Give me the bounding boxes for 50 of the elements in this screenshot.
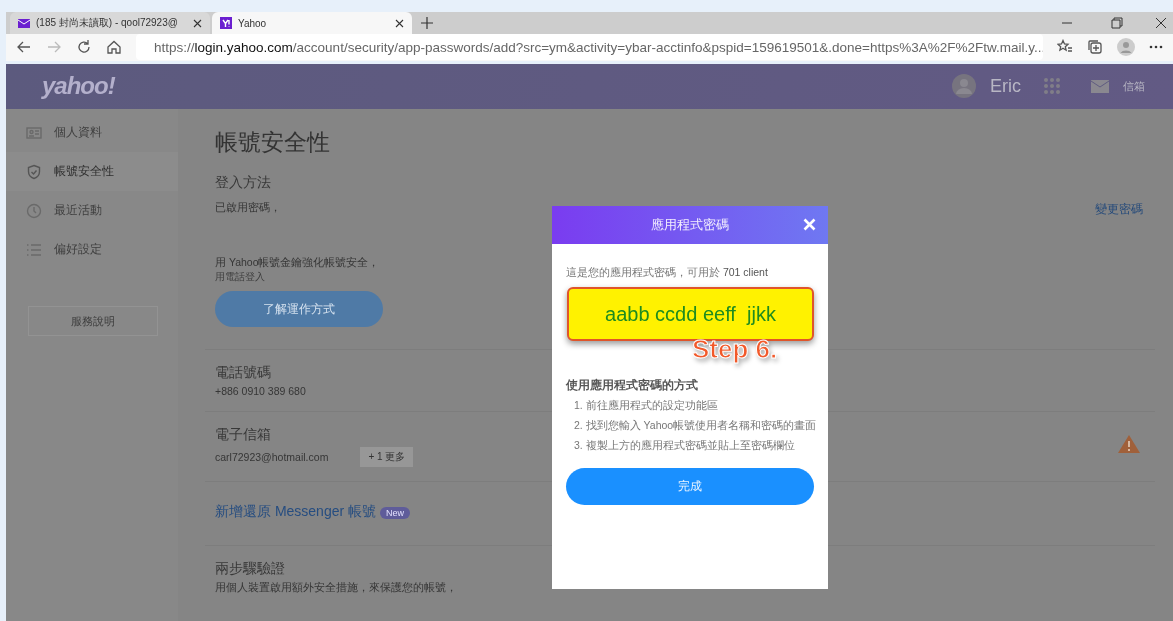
section-title: 電話號碼 (215, 364, 271, 382)
change-password-link[interactable]: 變更密碼 (1095, 201, 1143, 218)
plus-icon[interactable] (420, 16, 434, 30)
sidebar-item[interactable]: 偏好設定 (6, 230, 178, 269)
more-tag[interactable]: + 1 更多 (360, 447, 414, 467)
browser-tab[interactable]: Yahoo (212, 12, 412, 34)
section-title: 兩步驟驗證 (215, 560, 285, 578)
envelope-icon (18, 18, 30, 28)
clock-icon (26, 202, 42, 219)
yahoo-logo[interactable]: yahoo! (42, 72, 115, 101)
collections-icon[interactable] (1087, 39, 1103, 56)
learn-more-button[interactable]: 了解運作方式 (215, 291, 383, 327)
shield-check-icon (26, 163, 42, 180)
close-icon[interactable] (1155, 17, 1167, 29)
done-button[interactable]: 完成 (566, 468, 814, 505)
user-name[interactable]: Eric (990, 75, 1021, 97)
dialog-title: 應用程式密碼 (651, 216, 729, 234)
messenger-link[interactable]: 新增還原 Messenger 帳號 (215, 503, 377, 519)
email-address: carl72923@hotmail.com (215, 451, 329, 463)
new-badge: New (380, 507, 411, 519)
page-title: 帳號安全性 (215, 128, 331, 157)
home-icon[interactable] (106, 39, 122, 56)
mail-link[interactable]: 信箱 (1123, 78, 1145, 94)
steps-title: 使用應用程式密碼的方式 (566, 378, 699, 393)
close-icon[interactable] (395, 18, 404, 28)
browser-tab[interactable]: (185 封尚未讀取) - qool72923@ (10, 12, 210, 34)
section-title: 電子信箱 (215, 426, 271, 444)
step-text: 3. 複製上方的應用程式密碼並貼上至密碼欄位 (574, 439, 796, 453)
warning-icon (1117, 434, 1141, 454)
description-text: 用個人裝置啟用額外安全措施，來保護您的帳號， (215, 581, 457, 595)
help-button[interactable]: 服務說明 (28, 306, 158, 336)
section-title: 登入方法 (215, 174, 271, 192)
more-icon[interactable] (1149, 45, 1163, 50)
promo-text: 用 Yahoo帳號金鑰強化帳號安全， (215, 256, 380, 270)
restore-icon[interactable] (1111, 17, 1123, 29)
sidebar-item[interactable]: 個人資料 (6, 113, 178, 152)
phone-number: +886 0910 389 680 (215, 385, 306, 397)
sidebar-item[interactable]: 帳號安全性 (6, 152, 178, 191)
id-card-icon (26, 124, 42, 141)
intro-text: 這是您的應用程式密碼，可用於 701 client (566, 266, 769, 280)
close-icon[interactable] (193, 18, 202, 28)
y-logo-icon (220, 17, 232, 29)
promo-subtext: 用電話登入 (215, 270, 265, 284)
step-text: 2. 找到您輸入 Yahoo帳號使用者名稱和密碼的畫面 (574, 419, 814, 433)
password-field: aabb ccdd eeff jjkk (567, 287, 814, 341)
reload-icon[interactable] (76, 39, 92, 56)
avatar-icon[interactable] (1117, 38, 1135, 57)
sidebar-item[interactable]: 最近活動 (6, 191, 178, 230)
step-text: 1. 前往應用程式的設定功能區 (574, 399, 719, 413)
status-text: 已啟用密碼， (215, 201, 281, 215)
